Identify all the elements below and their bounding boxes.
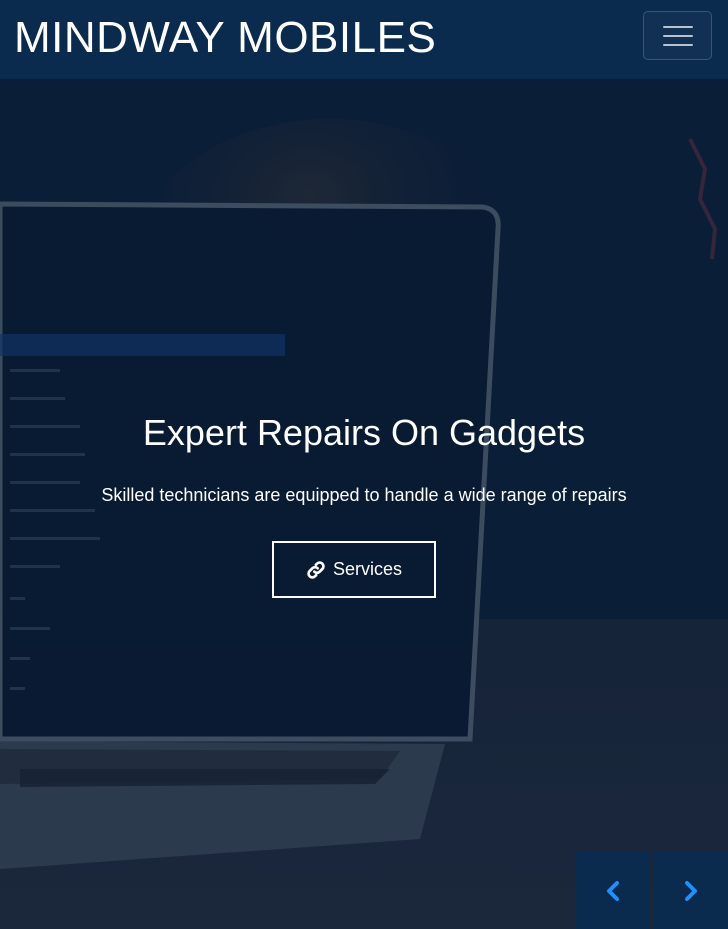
hamburger-menu-icon [663,26,693,28]
services-button[interactable]: Services [272,541,436,598]
hero-carousel: Expert Repairs On Gadgets Skilled techni… [0,79,728,929]
services-button-label: Services [332,559,403,579]
carousel-prev-button[interactable] [576,852,650,929]
navbar-toggler-button[interactable] [643,11,712,60]
navbar: MINDWAY MOBILES [0,0,728,79]
hero-subtitle: Skilled technicians are equipped to hand… [101,485,627,505]
hero-headline: Expert Repairs On Gadgets [142,412,586,453]
brand-logo[interactable]: MINDWAY MOBILES [14,12,436,64]
link-icon [307,560,325,579]
chevron-left-icon [607,880,619,901]
carousel-caption: Expert Repairs On Gadgets Skilled techni… [0,79,728,929]
chevron-right-icon [685,880,697,901]
carousel-next-button[interactable] [654,852,728,929]
